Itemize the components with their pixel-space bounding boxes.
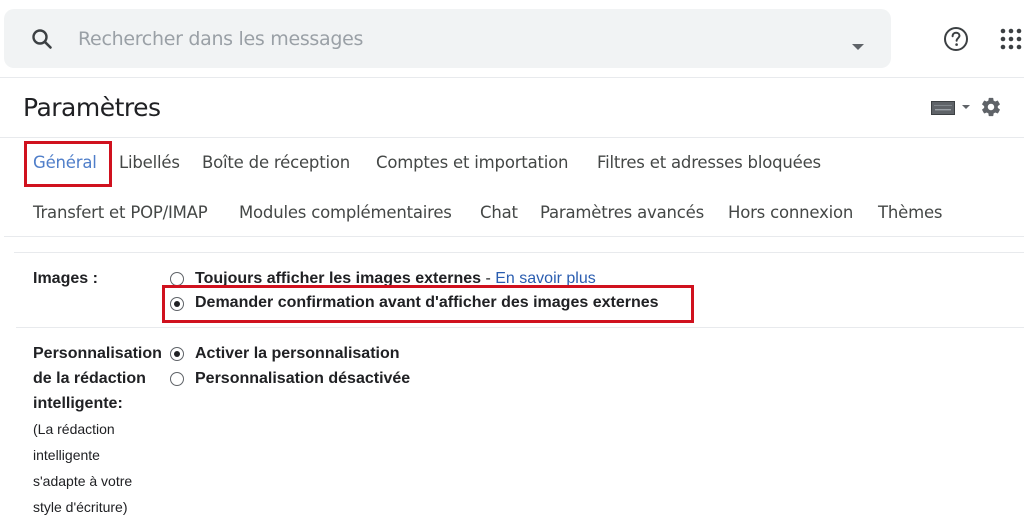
- personalization-off-option[interactable]: Personnalisation désactivée: [195, 370, 410, 388]
- tab-themes[interactable]: Thèmes: [878, 203, 943, 222]
- tab-offline[interactable]: Hors connexion: [728, 203, 853, 222]
- personalization-setting-label: Personnalisation de la rédaction intelli…: [33, 341, 162, 416]
- personalization-off-radio[interactable]: [170, 372, 184, 386]
- general-tab-highlight: [24, 141, 112, 187]
- help-line-4: style d'écriture): [33, 499, 128, 515]
- keyboard-icon[interactable]: [931, 101, 955, 115]
- input-tools-caret-icon[interactable]: [962, 105, 970, 109]
- tabs-divider: [4, 236, 1024, 237]
- content-top-divider: [14, 252, 1024, 253]
- search-bar[interactable]: Rechercher dans les messages: [4, 9, 891, 68]
- help-icon[interactable]: [943, 26, 969, 52]
- personalization-label-line-2: de la rédaction: [33, 370, 146, 387]
- help-line-1: (La rédaction: [33, 421, 115, 437]
- tab-addons[interactable]: Modules complémentaires: [239, 203, 452, 222]
- images-option-highlight: [162, 285, 694, 323]
- apps-grid-icon[interactable]: [999, 27, 1023, 51]
- search-icon[interactable]: [30, 27, 54, 51]
- personalization-help-text: (La rédaction intelligente s'adapte à vo…: [33, 416, 132, 520]
- images-always-show-radio[interactable]: [170, 272, 184, 286]
- tab-forwarding-pop-imap[interactable]: Transfert et POP/IMAP: [33, 203, 208, 222]
- tab-accounts-import[interactable]: Comptes et importation: [376, 153, 568, 172]
- search-options-caret-icon[interactable]: [852, 44, 864, 50]
- title-divider: [0, 137, 1024, 138]
- tab-inbox[interactable]: Boîte de réception: [202, 153, 350, 172]
- page-title: Paramètres: [23, 93, 161, 122]
- header-divider: [0, 77, 1024, 78]
- help-line-2: intelligente: [33, 447, 100, 463]
- tab-advanced[interactable]: Paramètres avancés: [540, 203, 704, 222]
- tab-labels[interactable]: Libellés: [119, 153, 180, 172]
- search-input[interactable]: Rechercher dans les messages: [78, 28, 363, 50]
- personalization-label-line-1: Personnalisation: [33, 345, 162, 362]
- tab-filters-blocked[interactable]: Filtres et adresses bloquées: [597, 153, 821, 172]
- personalization-label-line-3: intelligente:: [33, 395, 123, 412]
- personalization-on-radio[interactable]: [170, 347, 184, 361]
- images-setting-label: Images :: [33, 270, 98, 287]
- tab-chat[interactable]: Chat: [480, 203, 518, 222]
- gear-icon[interactable]: [980, 96, 1002, 118]
- help-line-3: s'adapte à votre: [33, 473, 133, 489]
- personalization-on-option[interactable]: Activer la personnalisation: [195, 345, 400, 363]
- images-row-divider: [16, 327, 1024, 328]
